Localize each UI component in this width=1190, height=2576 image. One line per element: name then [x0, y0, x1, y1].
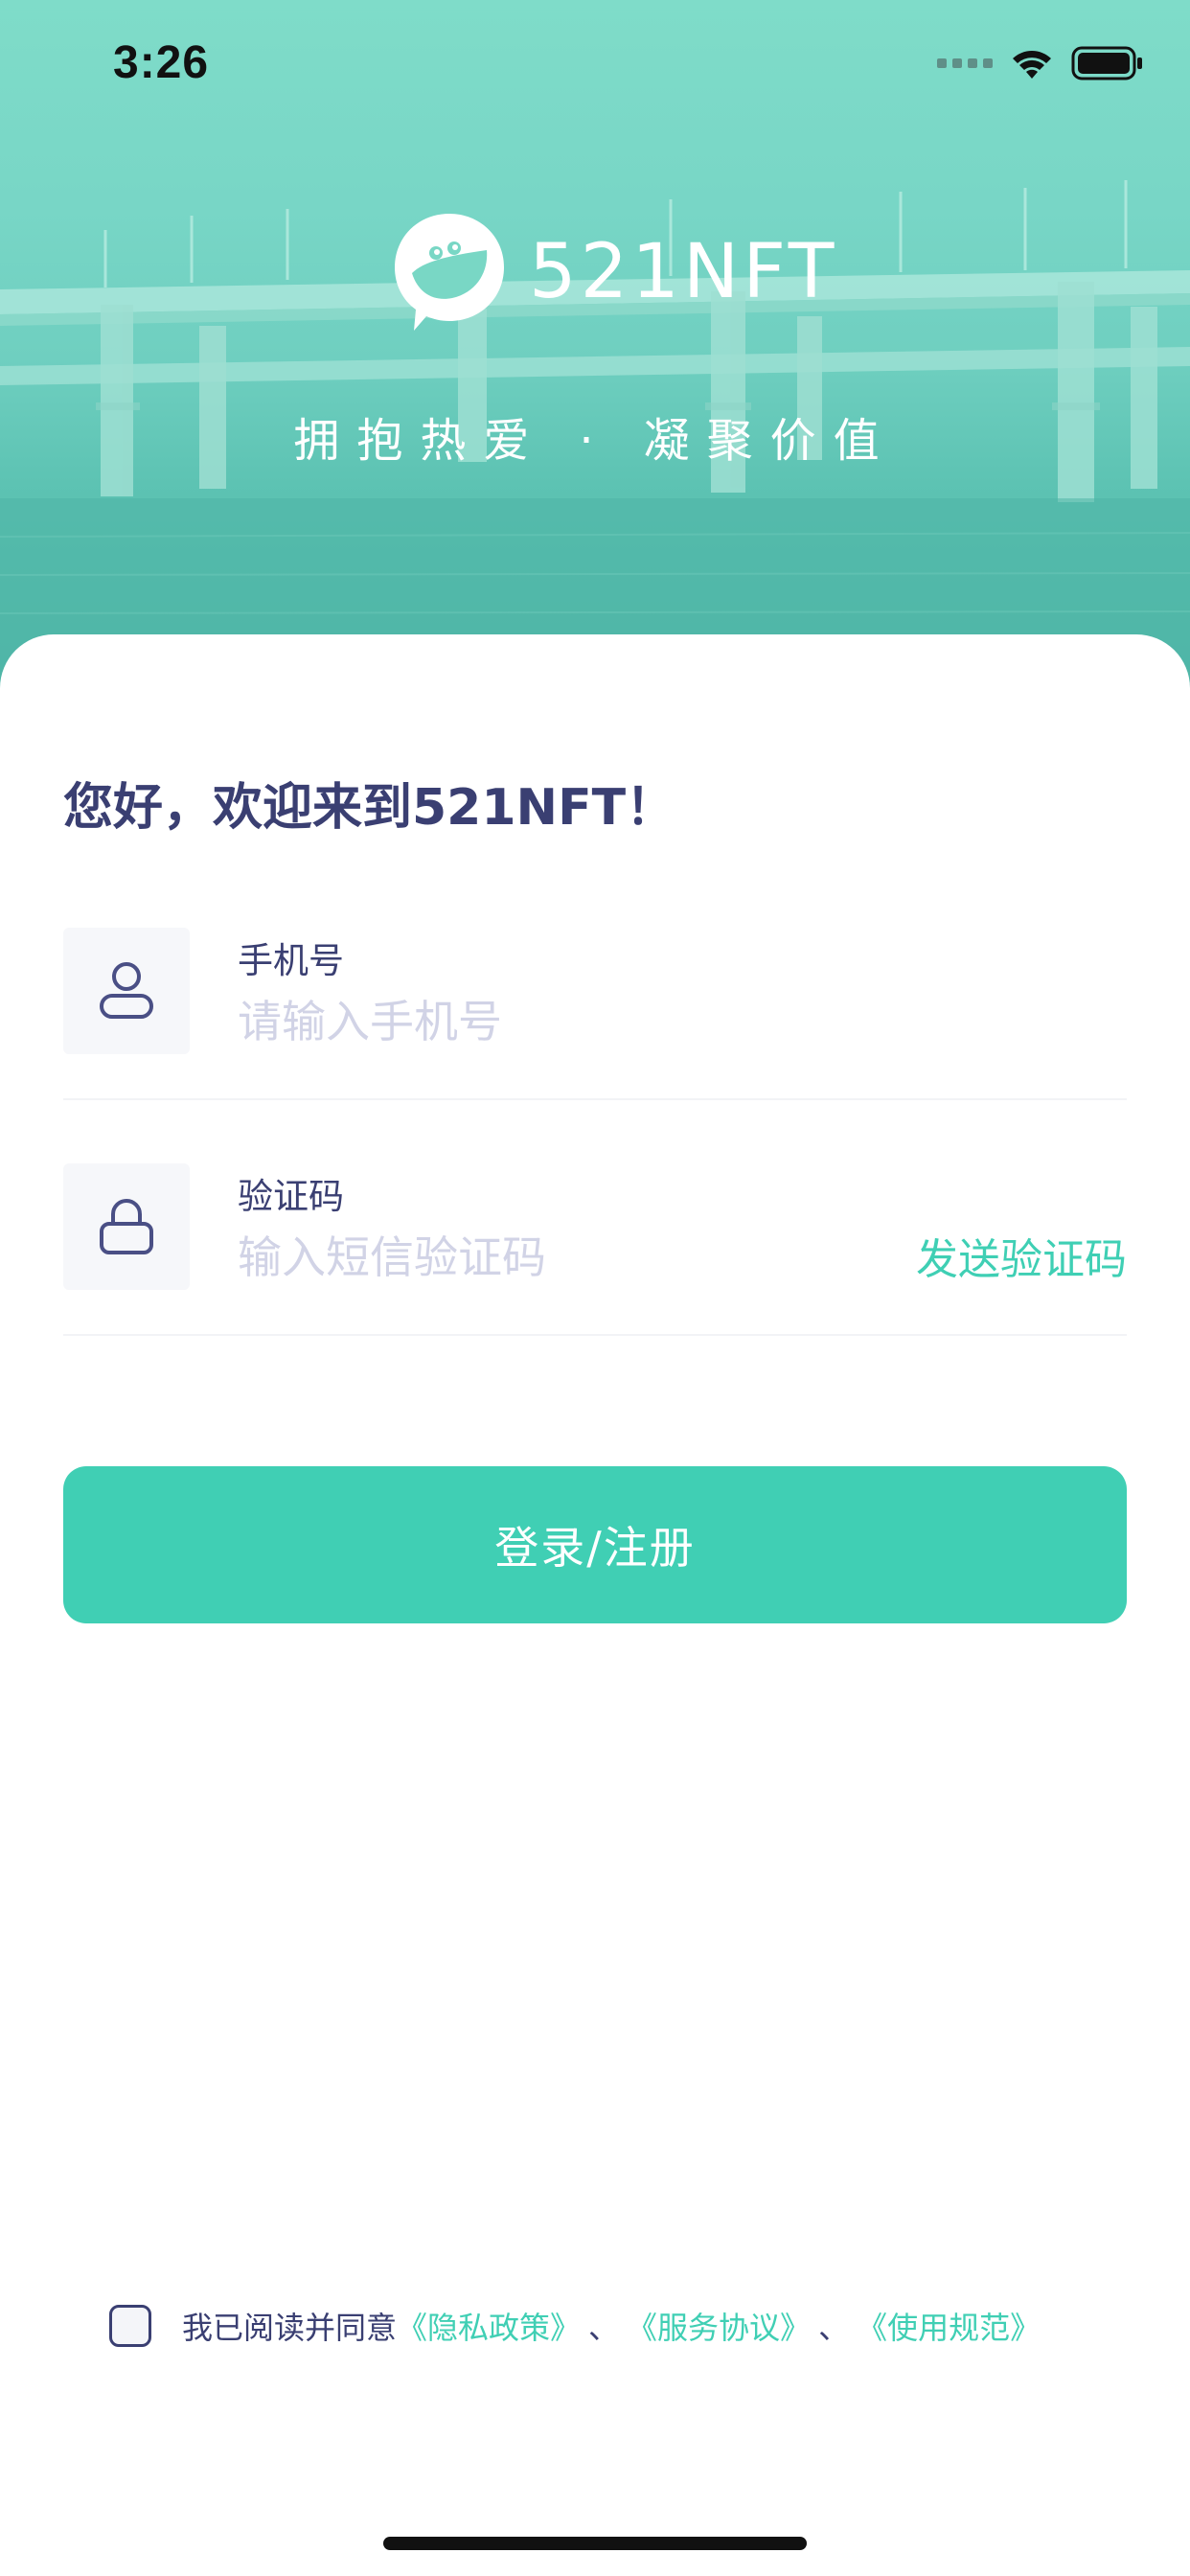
code-input[interactable]: [238, 1227, 832, 1288]
agreement-prefix: 我已阅读并同意: [182, 2310, 398, 2346]
login-register-button[interactable]: 登录/注册: [63, 1466, 1127, 1623]
privacy-policy-link[interactable]: 《隐私政策》: [397, 2304, 581, 2348]
status-icons: [937, 44, 1144, 82]
slogan-right: 凝聚价值: [643, 414, 897, 468]
hero-banner: 3:26 521NFT 拥抱热爱 · 凝聚价值: [0, 0, 1190, 690]
welcome-title: 您好，欢迎来到521NFT！: [63, 779, 676, 837]
home-indicator[interactable]: [383, 2537, 807, 2550]
phone-field: 手机号: [63, 928, 1127, 1100]
send-code-button[interactable]: 发送验证码: [916, 1225, 1127, 1286]
status-time: 3:26: [113, 37, 210, 88]
bridge-scene-image: [0, 180, 1190, 690]
brand: 521NFT: [393, 205, 837, 339]
phone-divider: [63, 1098, 1127, 1100]
phone-label: 手机号: [238, 940, 344, 981]
agreement-row: 我已阅读并同意 《隐私政策》 、 《服务协议》 、 《使用规范》: [109, 2304, 1041, 2348]
brand-name: 521NFT: [529, 229, 838, 315]
login-screen: 3:26 521NFT 拥抱热爱 · 凝聚价值 您好，欢迎来到521NFT！ 手…: [0, 0, 1190, 2576]
wifi-icon: [1013, 51, 1051, 79]
service-agreement-link[interactable]: 《服务协议》: [627, 2304, 811, 2348]
slogan: 拥抱热爱 · 凝聚价值: [0, 402, 1190, 470]
signal-icon: [937, 58, 993, 68]
phone-input[interactable]: [238, 991, 832, 1052]
slogan-left: 拥抱热爱: [293, 414, 547, 468]
slogan-dot: ·: [579, 414, 611, 468]
user-icon: [100, 962, 153, 1019]
battery-icon: [1071, 46, 1142, 80]
agreement-separator: 、: [588, 2310, 620, 2346]
code-icon-box: [63, 1163, 190, 1290]
usage-rules-link[interactable]: 《使用规范》: [857, 2304, 1041, 2348]
agreement-checkbox[interactable]: [109, 2305, 151, 2347]
lock-icon: [100, 1199, 153, 1254]
chat-bubble-logo-icon: [395, 214, 504, 331]
code-field: 验证码 发送验证码: [63, 1163, 1127, 1336]
code-divider: [63, 1334, 1127, 1336]
code-label: 验证码: [238, 1176, 344, 1217]
agreement-separator: 、: [818, 2310, 850, 2346]
phone-icon-box: [63, 928, 190, 1054]
